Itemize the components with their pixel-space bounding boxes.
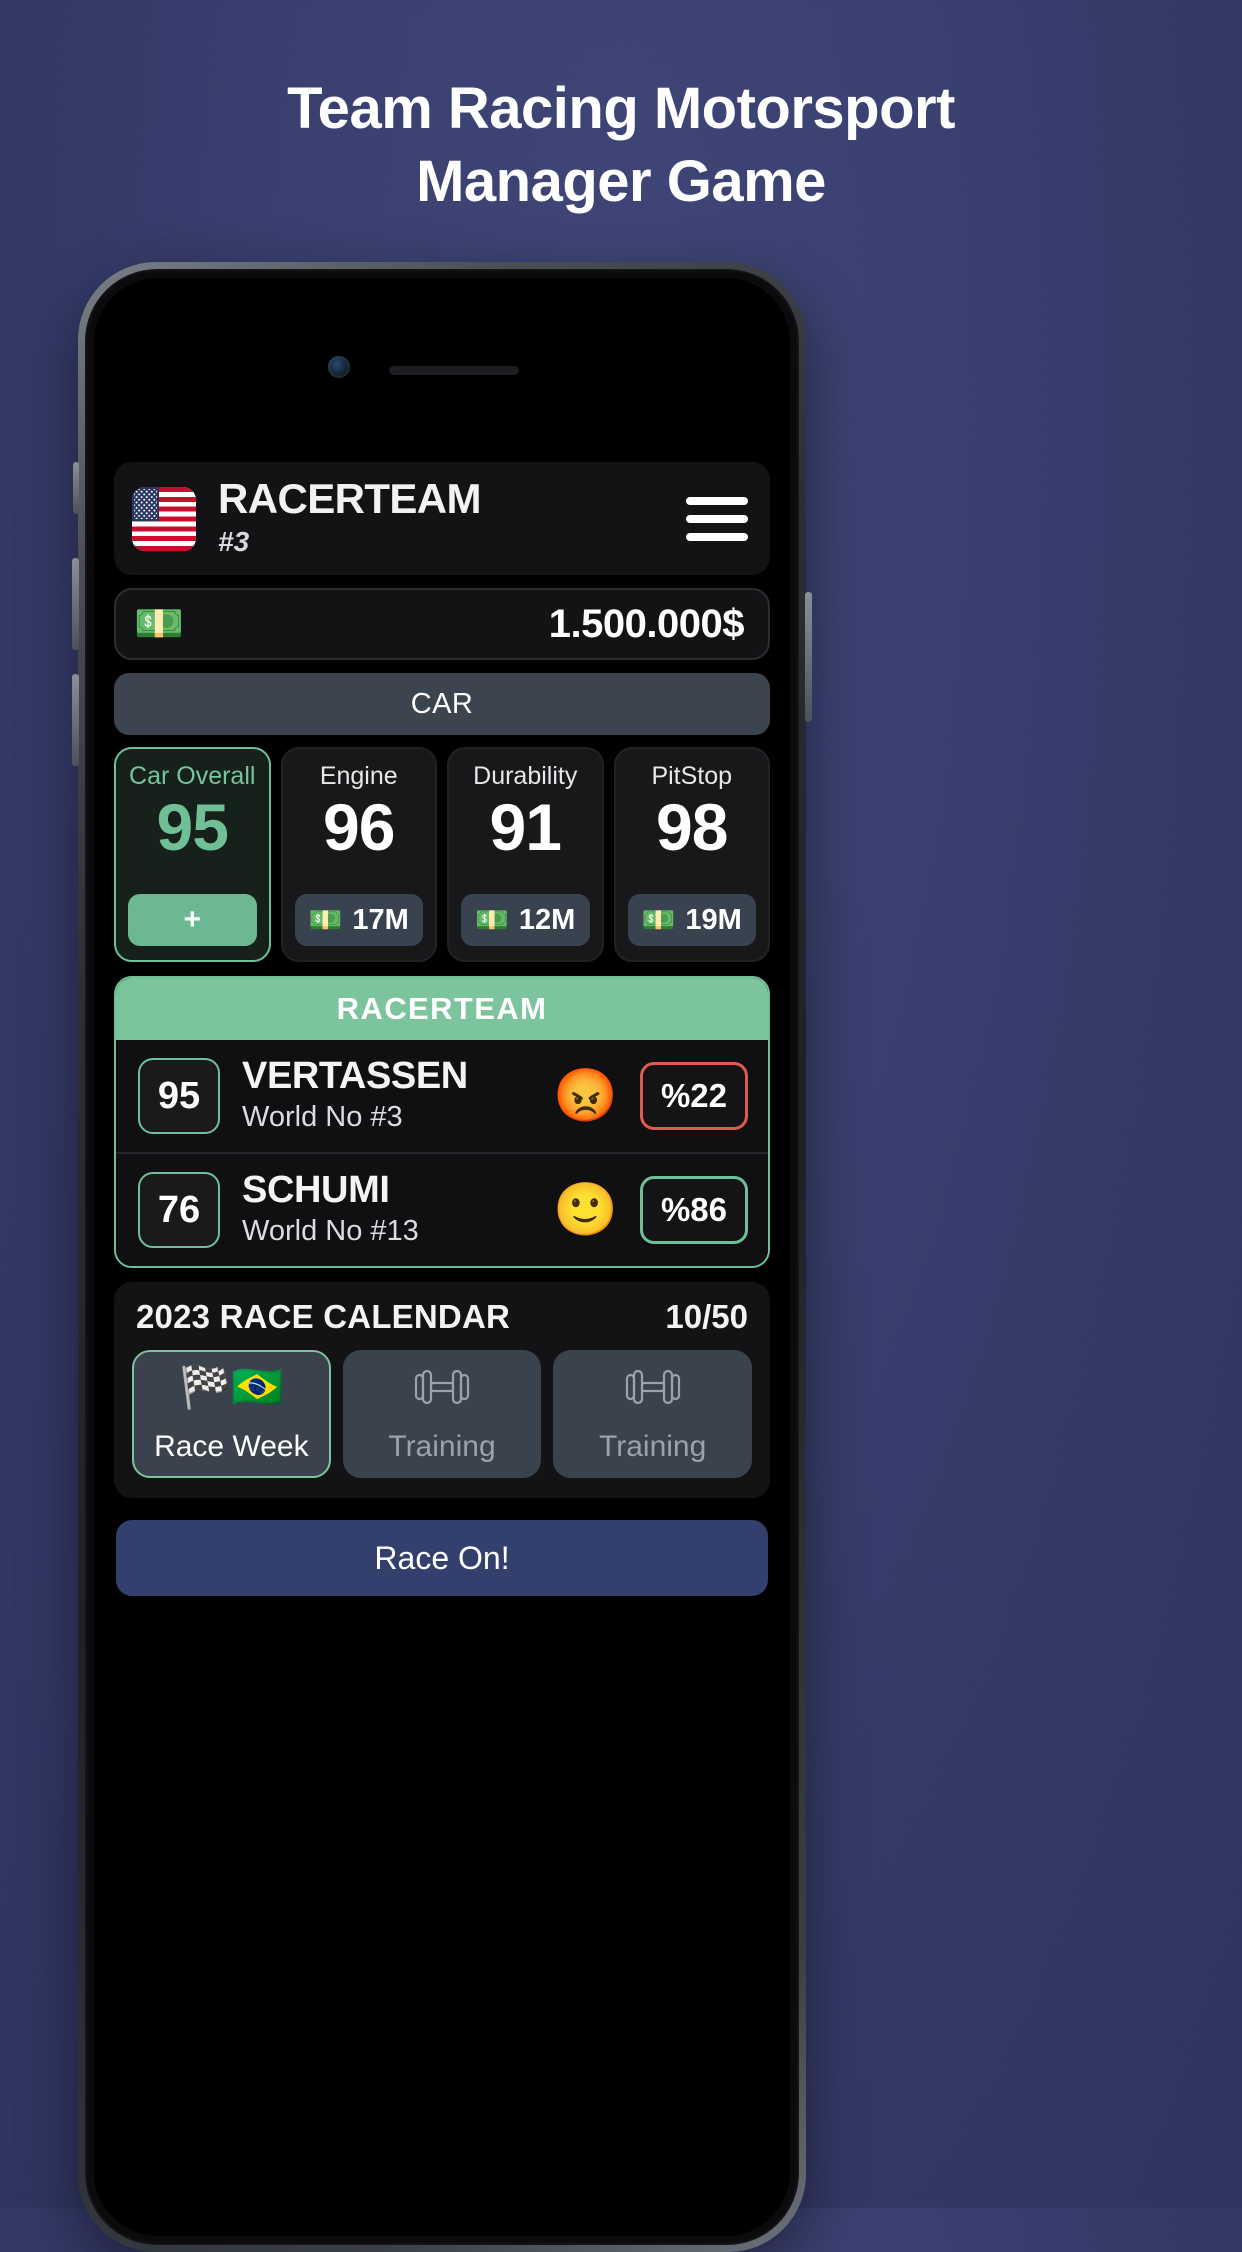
car-stats-row: Car Overall 95 + Engine 96 💵 17M Durabil… <box>114 747 770 962</box>
driver-overall-badge: 76 <box>138 1172 220 1249</box>
driver-row[interactable]: 76 SCHUMI World No #13 🙂 %86 <box>116 1152 768 1266</box>
money-bar: 💵 1.500.000$ <box>114 588 770 660</box>
money-banknote-icon: 💵 <box>308 904 343 935</box>
price-value: 12M <box>518 903 576 936</box>
earpiece-speaker <box>389 366 519 375</box>
race-calendar-items: 🏁🇧🇷 Race Week Training Training <box>132 1350 753 1479</box>
driver-world-rank: World No #3 <box>242 1100 403 1133</box>
headline-line-2: Manager Game <box>416 149 826 215</box>
angry-face-icon: 😡 <box>553 1067 618 1126</box>
checkered-flag-icon: 🏁🇧🇷 <box>179 1363 284 1411</box>
stat-value: 95 <box>156 789 229 864</box>
upgrade-car-button[interactable]: + <box>128 894 257 946</box>
stat-value: 98 <box>656 789 728 864</box>
front-camera-icon <box>328 356 350 378</box>
team-name: RACERTEAM <box>218 475 482 522</box>
calendar-item-label: Training <box>599 1430 707 1464</box>
race-calendar-counter: 10/50 <box>665 1298 748 1336</box>
price-value: 19M <box>685 903 742 936</box>
headline-line-1: Team Racing Motorsport <box>287 76 955 141</box>
phone-mockup: RACERTEAM #3 💵 1.500.000$ CAR Car Overal… <box>72 262 812 2252</box>
driver-morale-badge: %22 <box>640 1062 748 1131</box>
drivers-list: 95 VERTASSEN World No #3 😡 %22 76 SCHUMI… <box>116 1040 768 1267</box>
drivers-panel: RACERTEAM 95 VERTASSEN World No #3 😡 %22 <box>114 976 770 1269</box>
calendar-item-race-week[interactable]: 🏁🇧🇷 Race Week <box>132 1350 331 1479</box>
durability-price-badge[interactable]: 💵 12M <box>461 894 590 946</box>
stat-card-pitstop[interactable]: PitStop 98 💵 19M <box>613 747 770 962</box>
phone-volume-up-button <box>72 558 79 650</box>
driver-info: SCHUMI World No #13 <box>242 1169 531 1249</box>
stat-card-car-overall[interactable]: Car Overall 95 + <box>114 747 271 962</box>
race-on-button[interactable]: Race On! <box>116 1520 768 1597</box>
stat-value: 91 <box>489 789 562 864</box>
dumbbell-icon <box>624 1366 682 1408</box>
app-viewport: RACERTEAM #3 💵 1.500.000$ CAR Car Overal… <box>94 448 790 1597</box>
price-value: 17M <box>352 903 409 936</box>
driver-morale-badge: %86 <box>640 1176 748 1245</box>
team-text-block: RACERTEAM #3 <box>218 475 482 559</box>
driver-overall-badge: 95 <box>138 1058 220 1135</box>
slightly-smiling-face-icon: 🙂 <box>553 1181 618 1240</box>
race-calendar-header: 2023 RACE CALENDAR 10/50 <box>132 1298 752 1336</box>
dumbbell-icon <box>413 1366 471 1408</box>
car-section-title: CAR <box>114 673 770 735</box>
engine-price-badge[interactable]: 💵 17M <box>294 894 423 946</box>
team-header[interactable]: RACERTEAM #3 <box>114 462 770 575</box>
stat-card-engine[interactable]: Engine 96 💵 17M <box>280 747 437 962</box>
race-calendar-panel: 2023 RACE CALENDAR 10/50 🏁🇧🇷 Race Week T… <box>114 1282 770 1499</box>
stat-label: PitStop <box>651 762 733 790</box>
stat-label: Car Overall <box>129 762 256 790</box>
driver-world-rank: World No #13 <box>242 1215 419 1248</box>
driver-info: VERTASSEN World No #3 <box>242 1055 531 1135</box>
phone-volume-down-button <box>72 674 79 766</box>
phone-bezel: RACERTEAM #3 💵 1.500.000$ CAR Car Overal… <box>85 269 799 2245</box>
hamburger-menu-icon[interactable] <box>686 493 748 545</box>
drivers-panel-title: RACERTEAM <box>116 978 768 1040</box>
page-title: Team Racing Motorsport Manager Game <box>0 72 1242 218</box>
team-identity: RACERTEAM #3 <box>132 475 482 559</box>
stat-label: Engine <box>319 762 398 790</box>
calendar-item-training-1[interactable]: Training <box>342 1350 542 1479</box>
race-calendar-title: 2023 RACE CALENDAR <box>136 1298 511 1336</box>
money-banknote-icon: 💵 <box>475 904 509 935</box>
team-rank: #3 <box>218 526 250 557</box>
app-content: RACERTEAM #3 💵 1.500.000$ CAR Car Overal… <box>114 448 770 1597</box>
money-banknote-icon: 💵 <box>134 602 184 646</box>
stat-card-durability[interactable]: Durability 91 💵 12M <box>447 747 604 962</box>
phone-screen: RACERTEAM #3 💵 1.500.000$ CAR Car Overal… <box>94 278 790 2236</box>
driver-name: VERTASSEN <box>242 1055 468 1097</box>
calendar-item-training-2[interactable]: Training <box>553 1350 753 1479</box>
calendar-item-label: Training <box>388 1430 496 1464</box>
driver-row[interactable]: 95 VERTASSEN World No #3 😡 %22 <box>116 1040 768 1152</box>
stat-label: Durability <box>473 762 578 790</box>
calendar-item-label: Race Week <box>154 1430 309 1464</box>
driver-name: SCHUMI <box>242 1169 390 1212</box>
money-banknote-icon: 💵 <box>641 904 676 935</box>
pitstop-price-badge[interactable]: 💵 19M <box>627 894 756 946</box>
us-flag-icon <box>132 486 196 551</box>
phone-power-button <box>805 592 812 722</box>
stat-value: 96 <box>323 789 395 864</box>
money-value: 1.500.000$ <box>548 601 745 646</box>
phone-mute-switch <box>73 462 79 514</box>
